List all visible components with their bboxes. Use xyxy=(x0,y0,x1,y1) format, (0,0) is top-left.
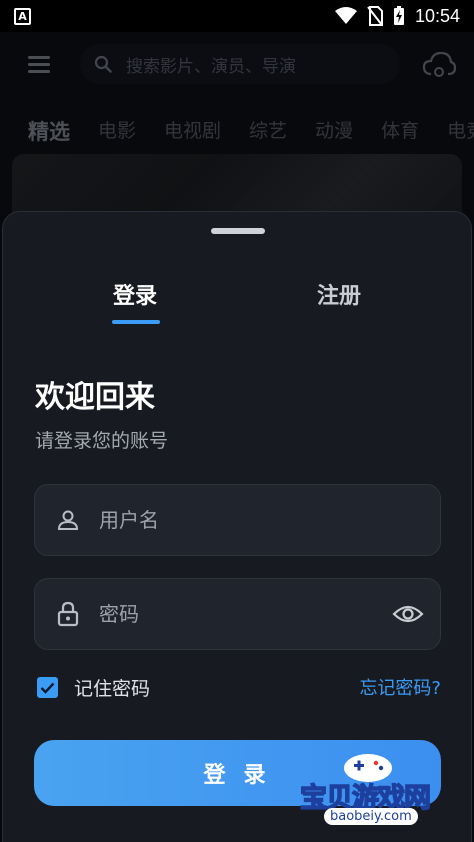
lock-icon xyxy=(57,601,79,627)
check-icon xyxy=(40,682,55,694)
username-input[interactable] xyxy=(99,485,379,555)
remember-checkbox[interactable] xyxy=(37,677,58,698)
no-sim-icon xyxy=(367,6,383,26)
wifi-icon xyxy=(334,7,357,24)
forgot-password-link[interactable]: 忘记密码? xyxy=(359,674,441,700)
remember-password[interactable]: 记住密码 xyxy=(37,674,150,701)
password-input[interactable] xyxy=(99,579,379,649)
tab-register[interactable]: 注册 xyxy=(317,278,361,310)
battery-charging-icon xyxy=(393,6,404,25)
remember-label: 记住密码 xyxy=(74,678,151,700)
watermark-logo: 宝贝游戏网 baobeiy.com xyxy=(296,748,446,834)
clock: 10:54 xyxy=(414,5,460,26)
welcome-title: 欢迎回来 xyxy=(35,380,155,415)
user-icon xyxy=(57,510,79,530)
tab-login[interactable]: 登录 xyxy=(113,278,157,310)
welcome-subtitle: 请登录您的账号 xyxy=(35,430,169,452)
status-bar: A 10:54 xyxy=(0,0,474,32)
password-field[interactable] xyxy=(34,578,441,650)
active-tab-indicator xyxy=(112,320,160,324)
drag-handle[interactable] xyxy=(211,228,265,234)
username-field[interactable] xyxy=(34,484,441,556)
app-notification-icon: A xyxy=(14,7,31,25)
show-password-icon[interactable] xyxy=(392,602,424,626)
watermark-url: baobeiy.com xyxy=(324,808,418,825)
